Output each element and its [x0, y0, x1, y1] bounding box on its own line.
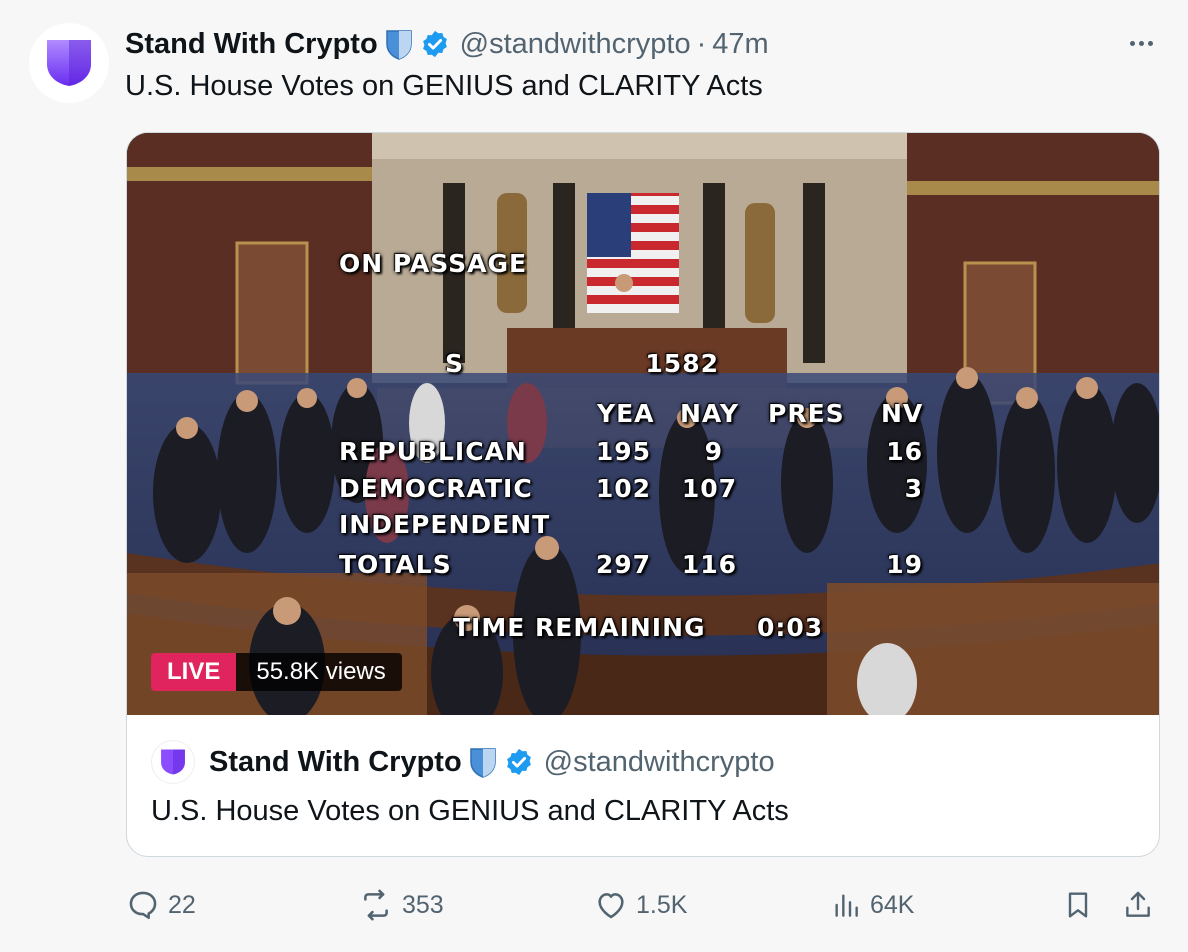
overlay-row-nay: 9: [704, 437, 723, 466]
like-icon: [598, 893, 624, 919]
tweet-text: U.S. House Votes on GENIUS and CLARITY A…: [125, 70, 763, 102]
overlay-row-nay: 116: [681, 550, 737, 579]
repost-count: 353: [402, 890, 444, 919]
swc-shield-logo: [161, 749, 185, 775]
reply-button[interactable]: 22: [126, 885, 196, 925]
quoted-author-name: Stand With Crypto: [209, 745, 462, 778]
overlay-row-party: INDEPENDENT: [339, 510, 551, 539]
swc-shield-logo: [47, 40, 91, 86]
verified-badge-icon: [506, 748, 531, 776]
verified-badge-icon[interactable]: [420, 29, 450, 59]
share-icon: [1126, 891, 1150, 917]
overlay-time-label: TIME REMAINING: [453, 613, 706, 642]
action-bar: 22 353 1.5K 64K: [126, 885, 1160, 925]
quoted-header: Stand With Crypto @standwithcrypto: [151, 740, 775, 784]
overlay-row-nv: 19: [886, 550, 923, 579]
overlay-row-nv: 3: [904, 474, 923, 503]
overlay-col-pres: PRES: [768, 399, 845, 428]
overlay-row-nv: 16: [886, 437, 923, 466]
tweet-time[interactable]: 47m: [712, 28, 768, 61]
overlay-bill-number: 1582: [645, 349, 719, 378]
video-player[interactable]: ON PASSAGE S 1582 YEA NAY PRES NV REPUBL…: [127, 133, 1159, 715]
live-badge: LIVE: [151, 653, 237, 691]
overlay-row-yea: 102: [595, 474, 651, 503]
overlay-row-yea: 195: [595, 437, 651, 466]
views-button[interactable]: 64K: [830, 885, 914, 925]
live-indicator: LIVE 55.8K views: [151, 653, 402, 691]
bookmark-icon: [1068, 892, 1088, 918]
more-icon[interactable]: [1124, 32, 1158, 54]
quoted-handle: @standwithcrypto: [543, 745, 775, 778]
quoted-text: U.S. House Votes on GENIUS and CLARITY A…: [151, 795, 789, 827]
shield-badge-icon: [385, 30, 412, 60]
video-views: 55.8K views: [236, 653, 402, 691]
bookmark-button[interactable]: [1062, 885, 1094, 925]
repost-icon: [364, 889, 388, 921]
overlay-row-nay: 107: [681, 474, 737, 503]
overlay-row-party: TOTALS: [339, 550, 452, 579]
tweet-header: Stand With Crypto @standwithcrypto · 47m: [125, 26, 769, 62]
quoted-avatar: [151, 740, 195, 784]
separator: ·: [696, 27, 707, 60]
like-button[interactable]: 1.5K: [594, 885, 687, 925]
overlay-row-party: DEMOCRATIC: [339, 474, 533, 503]
overlay-title: ON PASSAGE: [339, 249, 528, 278]
overlay-bill-letter: S: [445, 349, 465, 378]
repost-button[interactable]: 353: [358, 885, 444, 925]
overlay-row-party: REPUBLICAN: [339, 437, 527, 466]
views-icon: [835, 894, 858, 917]
overlay-col-yea: YEA: [597, 399, 655, 428]
overlay-row-yea: 297: [595, 550, 651, 579]
author-avatar[interactable]: [29, 23, 109, 103]
overlay-col-nay: NAY: [680, 399, 739, 428]
quoted-card[interactable]: ON PASSAGE S 1582 YEA NAY PRES NV REPUBL…: [126, 132, 1160, 857]
views-count: 64K: [870, 890, 915, 919]
share-button[interactable]: [1122, 885, 1154, 925]
shield-badge-icon: [469, 748, 496, 778]
reply-count: 22: [168, 890, 196, 919]
author-handle[interactable]: @standwithcrypto: [460, 28, 691, 61]
like-count: 1.5K: [636, 890, 688, 919]
reply-icon: [129, 891, 157, 920]
overlay-col-nv: NV: [881, 399, 924, 428]
author-name[interactable]: Stand With Crypto: [125, 28, 378, 61]
overlay-time-value: 0:03: [757, 613, 824, 642]
